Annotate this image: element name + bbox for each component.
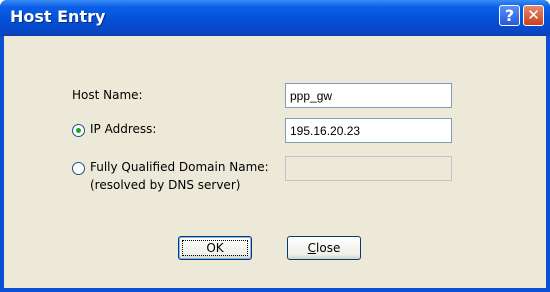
help-button[interactable]: ? [499,5,520,26]
window-title: Host Entry [10,7,106,26]
close-button[interactable]: Close [287,236,361,260]
close-mnemonic: C [307,241,317,255]
dialog-body: Host Name: ppp_gw IP Address: 195.16.20.… [4,36,546,288]
title-bar[interactable]: Host Entry ? ✕ [0,0,550,36]
ok-button[interactable]: OK [178,236,252,260]
close-label-rest: lose [316,241,341,255]
close-window-button[interactable]: ✕ [523,5,544,26]
fqdn-sublabel: (resolved by DNS server) [90,178,241,192]
close-icon: ✕ [527,6,540,24]
close-button-label: Close [308,241,341,255]
question-icon: ? [504,6,515,25]
fqdn-input [285,156,452,181]
ok-button-label: OK [206,241,224,255]
fqdn-label: Fully Qualified Domain Name: [90,160,269,174]
host-name-input[interactable]: ppp_gw [285,83,452,108]
host-entry-dialog: Host Entry ? ✕ Host Name: ppp_gw IP Addr… [0,0,550,292]
radio-selected-dot [76,128,81,133]
ip-address-input[interactable]: 195.16.20.23 [285,118,452,143]
ip-address-label: IP Address: [90,122,157,136]
ip-address-radio[interactable] [72,124,85,137]
fqdn-radio[interactable] [72,162,85,175]
host-name-label: Host Name: [72,88,143,102]
